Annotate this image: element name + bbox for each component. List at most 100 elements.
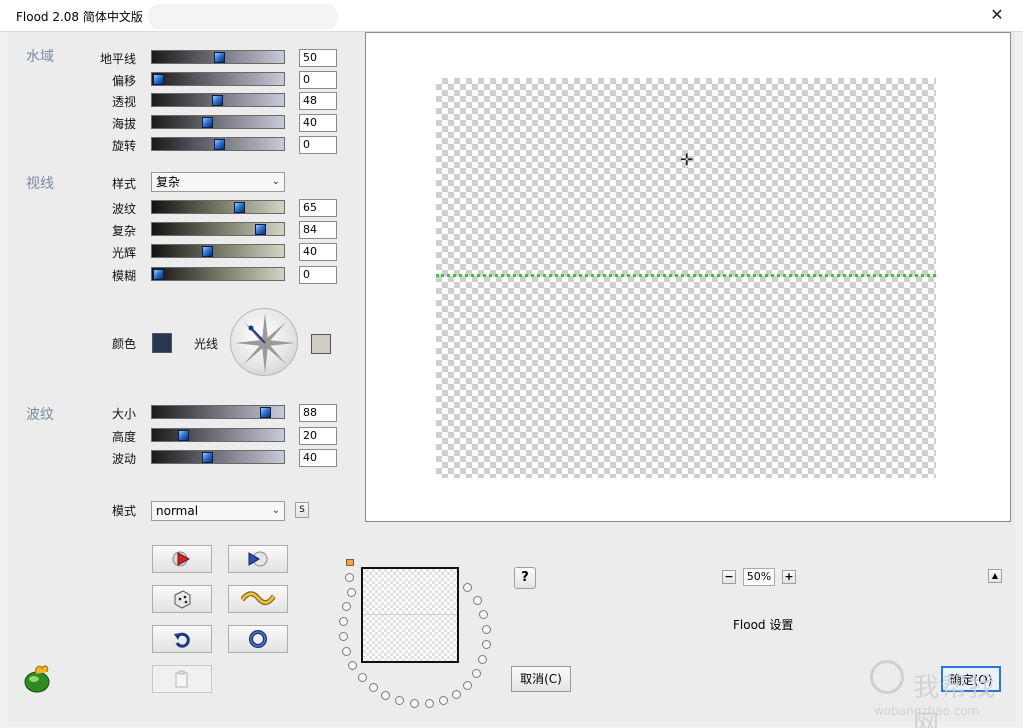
frame-dot[interactable]: [478, 655, 487, 664]
ring-icon: [249, 630, 267, 648]
frame-dot[interactable]: [473, 596, 482, 605]
crosshair-icon: ✛: [680, 150, 694, 169]
frame-dot[interactable]: [342, 602, 351, 611]
height-value-input[interactable]: 20: [299, 427, 337, 445]
s-button[interactable]: S: [295, 502, 309, 518]
frame-dot[interactable]: [410, 699, 419, 708]
complexity-slider[interactable]: [151, 222, 285, 236]
size-value-input[interactable]: 88: [299, 404, 337, 422]
glow-slider[interactable]: [151, 244, 285, 258]
ring-button[interactable]: [228, 625, 288, 653]
frame-dot[interactable]: [339, 617, 348, 626]
altitude-value-input[interactable]: 40: [299, 114, 337, 132]
clipboard-icon: [175, 670, 188, 688]
wave-label: 波纹: [111, 202, 136, 216]
frame-dot[interactable]: [425, 699, 434, 708]
mode-select[interactable]: normal ⌄: [151, 501, 285, 521]
frame-dot[interactable]: [381, 691, 390, 700]
frame-dot[interactable]: [339, 632, 348, 641]
perspective-label: 透视: [111, 95, 136, 109]
watermark-search-icon: [870, 660, 904, 694]
frame-dot[interactable]: [345, 573, 354, 582]
random-button[interactable]: [152, 585, 212, 613]
undulation-label: 波动: [111, 452, 136, 466]
cancel-button[interactable]: 取消(C): [511, 666, 571, 692]
preview-canvas[interactable]: ✛: [436, 78, 936, 478]
horizon-value-input[interactable]: 50: [299, 49, 337, 67]
frame-dot[interactable]: [358, 673, 367, 682]
slider-thumb[interactable]: [260, 407, 271, 418]
frame-dot[interactable]: [348, 661, 357, 670]
glow-value-input[interactable]: 40: [299, 243, 337, 261]
frame-dot[interactable]: [463, 583, 472, 592]
zoom-out-button[interactable]: −: [722, 570, 736, 584]
help-button[interactable]: ?: [514, 567, 536, 589]
section-ripple-label: 波纹: [26, 407, 54, 423]
undulation-slider[interactable]: [151, 450, 285, 464]
zoom-level[interactable]: 50%: [743, 568, 775, 586]
height-slider[interactable]: [151, 428, 285, 442]
frame-dot[interactable]: [342, 647, 351, 656]
light-direction-dial[interactable]: [230, 308, 298, 376]
perspective-value-input[interactable]: 48: [299, 92, 337, 110]
offset-value-input[interactable]: 0: [299, 71, 337, 89]
horizon-line[interactable]: [436, 274, 936, 277]
section-sight-label: 视线: [26, 176, 54, 192]
frame-dot[interactable]: [439, 696, 448, 705]
blur-slider[interactable]: [151, 267, 285, 281]
slider-thumb[interactable]: [153, 269, 164, 280]
size-slider[interactable]: [151, 405, 285, 419]
slider-thumb[interactable]: [234, 202, 245, 213]
wave-value-input[interactable]: 65: [299, 199, 337, 217]
close-button[interactable]: ✕: [979, 4, 1015, 28]
wave-slider[interactable]: [151, 200, 285, 214]
undo-button[interactable]: [152, 625, 212, 653]
slider-thumb[interactable]: [255, 224, 266, 235]
blur-value-input[interactable]: 0: [299, 266, 337, 284]
complexity-value-input[interactable]: 84: [299, 221, 337, 239]
slider-thumb[interactable]: [202, 246, 213, 257]
style-select[interactable]: 复杂 ⌄: [151, 172, 285, 192]
altitude-slider[interactable]: [151, 115, 285, 129]
frame-dot[interactable]: [369, 683, 378, 692]
frame-dot[interactable]: [479, 610, 488, 619]
undulation-value-input[interactable]: 40: [299, 449, 337, 467]
frame-dot[interactable]: [482, 625, 491, 634]
light-color-swatch[interactable]: [311, 334, 331, 354]
perspective-slider[interactable]: [151, 93, 285, 107]
frame-dot[interactable]: [472, 669, 481, 678]
frame-dot[interactable]: [482, 640, 491, 649]
preview-panel[interactable]: ✛: [365, 32, 1011, 522]
rotation-slider[interactable]: [151, 137, 285, 151]
slider-thumb[interactable]: [212, 95, 223, 106]
undo-icon: [174, 632, 190, 648]
frame-marker[interactable]: [346, 559, 354, 566]
slider-thumb[interactable]: [214, 52, 225, 63]
frame-dot[interactable]: [395, 696, 404, 705]
animation-thumbnail[interactable]: [361, 567, 459, 663]
collapse-button[interactable]: ▲: [988, 569, 1002, 583]
slider-thumb[interactable]: [214, 139, 225, 150]
render-button[interactable]: [152, 545, 212, 573]
water-color-swatch[interactable]: [152, 333, 172, 353]
mode-select-value: normal: [156, 504, 199, 518]
animate-button[interactable]: [228, 545, 288, 573]
offset-slider[interactable]: [151, 72, 285, 86]
frame-dot[interactable]: [347, 588, 356, 597]
frame-dot[interactable]: [452, 690, 461, 699]
slider-thumb[interactable]: [202, 117, 213, 128]
mode-label: 模式: [111, 504, 136, 518]
slider-thumb[interactable]: [178, 430, 189, 441]
blur-label: 模糊: [111, 269, 136, 283]
frame-dot[interactable]: [463, 681, 472, 690]
horizon-slider[interactable]: [151, 50, 285, 64]
light-label: 光线: [193, 337, 218, 351]
rotation-label: 旋转: [111, 139, 136, 153]
wave-preset-button[interactable]: [228, 585, 288, 613]
paste-button[interactable]: [152, 665, 212, 693]
size-label: 大小: [111, 407, 136, 421]
slider-thumb[interactable]: [202, 452, 213, 463]
rotation-value-input[interactable]: 0: [299, 136, 337, 154]
zoom-in-button[interactable]: +: [782, 570, 796, 584]
slider-thumb[interactable]: [153, 74, 164, 85]
